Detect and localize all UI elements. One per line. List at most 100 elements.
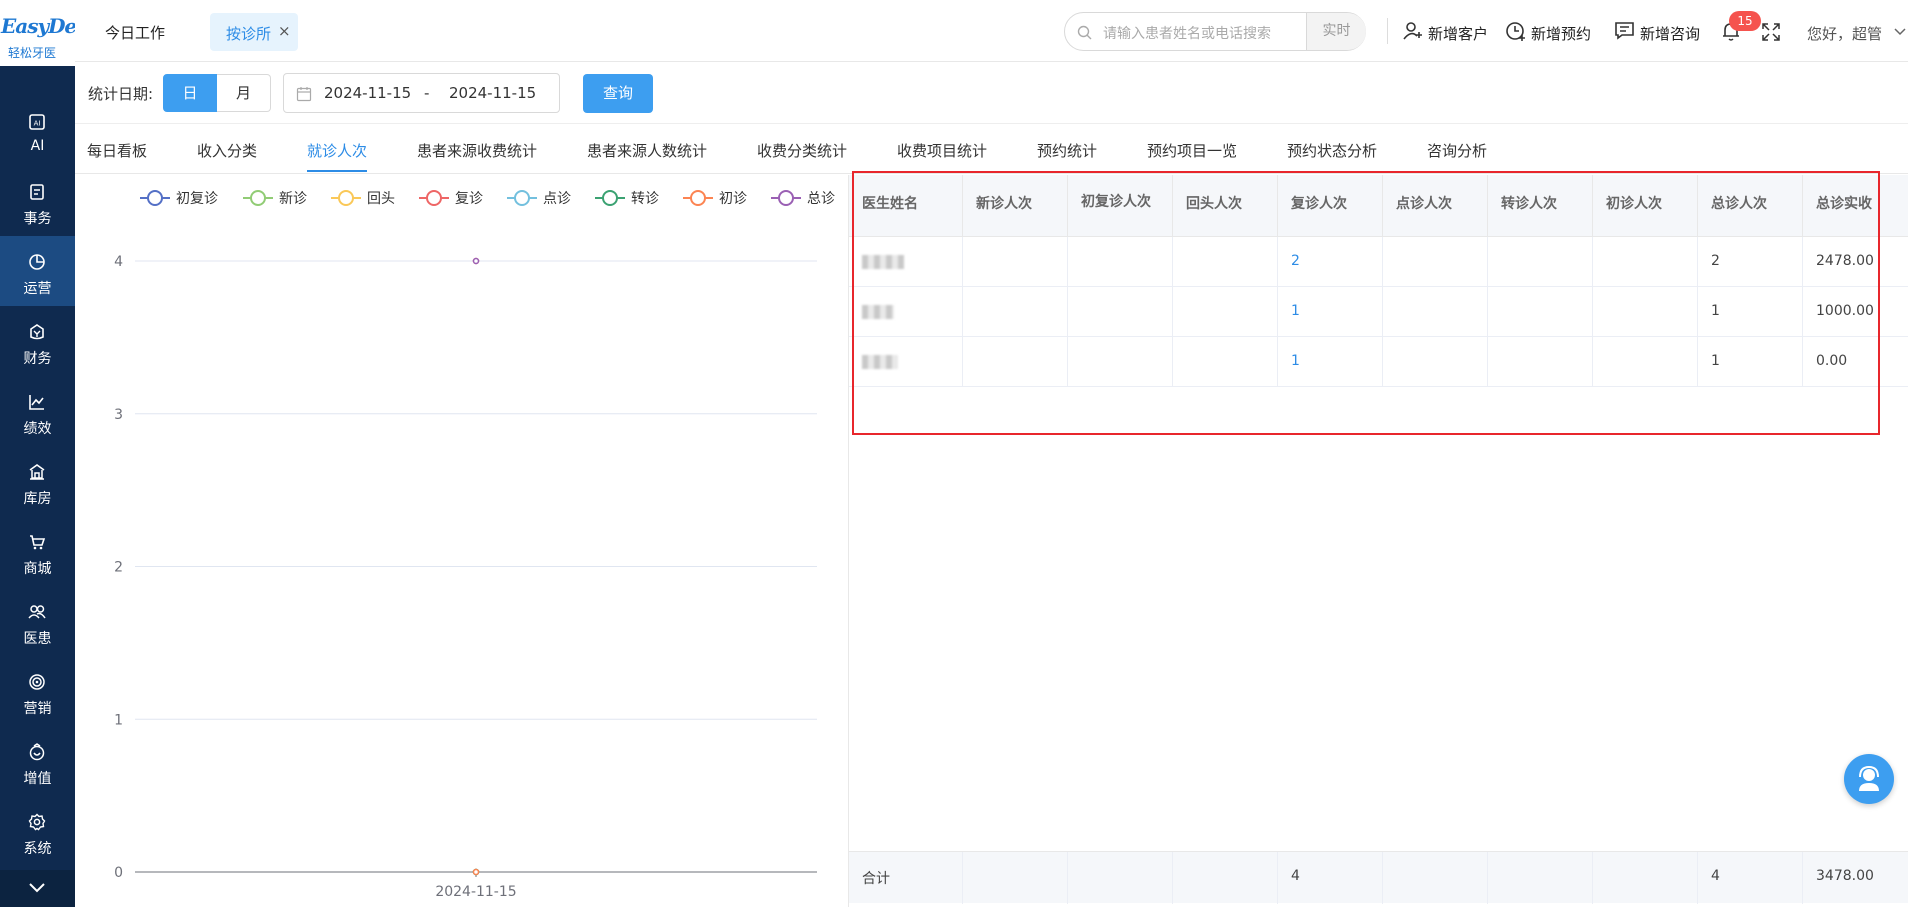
start-date-input[interactable]: 2024-11-15 [324, 84, 411, 102]
sidebar-item-tasks[interactable]: 事务 [0, 166, 75, 236]
sidebar-item-marketing[interactable]: 营销 [0, 656, 75, 726]
tab-by-clinic[interactable]: 按诊所 × [210, 13, 298, 51]
sidebar-item-label: 营销 [23, 701, 52, 717]
legend-marker [690, 190, 706, 206]
day-toggle-button[interactable]: 日 [163, 74, 217, 112]
notification-badge: 15 [1729, 11, 1761, 31]
sidebar-item-label: 运营 [23, 281, 52, 297]
y-tick-label: 2 [114, 560, 123, 576]
cell-spot [1383, 287, 1488, 337]
customer-service-button[interactable] [1844, 754, 1894, 804]
sidebar-collapse-button[interactable] [0, 870, 75, 907]
cell-transfer [1488, 237, 1593, 287]
visit-chart: 0 1 2 3 4 2024-11-15 初复诊 新诊 回头 复诊 点诊 转诊 初诊 总诊 [75, 175, 850, 907]
cell-back [1173, 237, 1278, 287]
col-first[interactable]: 初诊人次 [1593, 175, 1698, 237]
warehouse-icon [29, 464, 45, 480]
tab-charge-category[interactable]: 收费分类统计 [757, 140, 847, 161]
col-total[interactable]: 总诊人次 [1698, 175, 1803, 237]
col-re[interactable]: 复诊人次 [1278, 175, 1383, 237]
gear-icon [28, 813, 46, 831]
value-added-icon [29, 743, 45, 761]
col-new[interactable]: 新诊人次 [963, 175, 1068, 237]
col-paid-label: 总诊实收 [1816, 196, 1872, 212]
footer-paid-cell: 3478.00 [1803, 852, 1908, 904]
sidebar-item-finance[interactable]: 财务 [0, 306, 75, 376]
tab-consult-analysis[interactable]: 咨询分析 [1427, 140, 1487, 161]
search-input[interactable]: 请输入患者姓名或电话搜索 [1103, 23, 1271, 43]
sidebar-item-system[interactable]: 系统 [0, 796, 75, 866]
cell-transfer [1488, 337, 1593, 387]
sidebar-item-label: 增值 [23, 771, 52, 787]
revisit-link[interactable]: 1 [1291, 303, 1300, 319]
date-range-picker[interactable]: 2024-11-15 - 2024-11-15 [283, 73, 560, 113]
sidebar-item-operations[interactable]: 运营 [0, 236, 75, 306]
tab-charge-items[interactable]: 收费项目统计 [897, 140, 987, 161]
calendar-icon [296, 87, 312, 102]
sidebar-item-label: 系统 [23, 841, 52, 857]
blurred-name [862, 255, 904, 269]
date-separator: - [424, 84, 430, 102]
chevron-down-icon[interactable] [1893, 27, 1907, 37]
cell-first [1593, 337, 1698, 387]
cell-init-re [1068, 237, 1173, 287]
cell-spot [1383, 337, 1488, 387]
table-row[interactable]: 2 2 2478.00 [849, 237, 1908, 287]
tab-appointment-items[interactable]: 预约项目一览 [1147, 140, 1237, 161]
footer-total-cell: 4 [1698, 852, 1803, 904]
revisit-link[interactable]: 1 [1291, 353, 1300, 369]
tab-appointment-stats[interactable]: 预约统计 [1037, 140, 1097, 161]
y-tick-label: 3 [114, 407, 123, 423]
cell-back [1173, 337, 1278, 387]
table-row[interactable]: 1 1 1000.00 [849, 287, 1908, 337]
tab-source-patients[interactable]: 患者来源人数统计 [587, 140, 707, 161]
logo: EasyDent 轻松牙医 [0, 0, 99, 66]
user-greeting[interactable]: 您好，超管 [1807, 23, 1882, 44]
tab-source-charges[interactable]: 患者来源收费统计 [417, 140, 537, 161]
revisit-link[interactable]: 2 [1291, 253, 1300, 269]
sidebar-item-warehouse[interactable]: 库房 [0, 446, 75, 516]
col-transfer[interactable]: 转诊人次 [1488, 175, 1593, 237]
col-doctor[interactable]: 医生姓名 [849, 175, 963, 237]
search-mode-button[interactable]: 实时 [1306, 13, 1366, 50]
col-init-re[interactable]: 初复诊人次 [1068, 175, 1173, 237]
table-row[interactable]: 1 1 0.00 [849, 337, 1908, 387]
active-tab-underline [307, 170, 367, 172]
trend-icon [29, 395, 44, 410]
tab-income-category[interactable]: 收入分类 [197, 140, 257, 161]
tab-visit-count[interactable]: 就诊人次 [307, 140, 367, 161]
col-spot[interactable]: 点诊人次 [1383, 175, 1488, 237]
cell-value: 2 [1711, 253, 1720, 269]
line-chart: 0 1 2 3 4 2024-11-15 初复诊 新诊 回头 复诊 点诊 转诊 初诊 总诊 [114, 190, 835, 900]
cell-value: 1 [1711, 303, 1720, 319]
col-back[interactable]: 回头人次 [1173, 175, 1278, 237]
tab-today-work[interactable]: 今日工作 [105, 22, 165, 43]
sidebar-item-performance[interactable]: 绩效 [0, 376, 75, 446]
col-paid[interactable]: 总诊实收 [1803, 175, 1908, 237]
svg-text:AI: AI [34, 120, 41, 128]
cell-paid: 0.00 [1803, 337, 1908, 387]
end-date-input[interactable]: 2024-11-15 [449, 84, 536, 102]
table-footer: 合计 4 4 3478.00 [849, 851, 1908, 904]
query-button[interactable]: 查询 [583, 74, 653, 113]
sidebar-item-label: 商城 [23, 561, 52, 577]
target-icon [29, 674, 45, 690]
fullscreen-icon[interactable] [1761, 22, 1781, 42]
logo-bottom: 轻松牙医 [8, 46, 57, 60]
sidebar-item-label: 库房 [23, 491, 52, 507]
close-icon[interactable]: × [278, 22, 291, 40]
footer-total: 4 [1711, 868, 1720, 884]
y-tick-label: 1 [114, 712, 123, 728]
tab-daily-board[interactable]: 每日看板 [87, 140, 147, 161]
cell-value: 2478.00 [1816, 253, 1874, 269]
month-toggle-button[interactable]: 月 [217, 74, 271, 112]
sidebar-item-ai[interactable]: AI AI [0, 96, 75, 166]
tab-appointment-status[interactable]: 预约状态分析 [1287, 140, 1377, 161]
search-icon [1077, 25, 1092, 40]
legend-marker [602, 190, 618, 206]
cell-re: 1 [1278, 337, 1383, 387]
sidebar-item-patients[interactable]: 医患 [0, 586, 75, 656]
legend-label: 点诊 [543, 191, 571, 207]
sidebar-item-value-added[interactable]: 增值 [0, 726, 75, 796]
sidebar-item-mall[interactable]: 商城 [0, 516, 75, 586]
